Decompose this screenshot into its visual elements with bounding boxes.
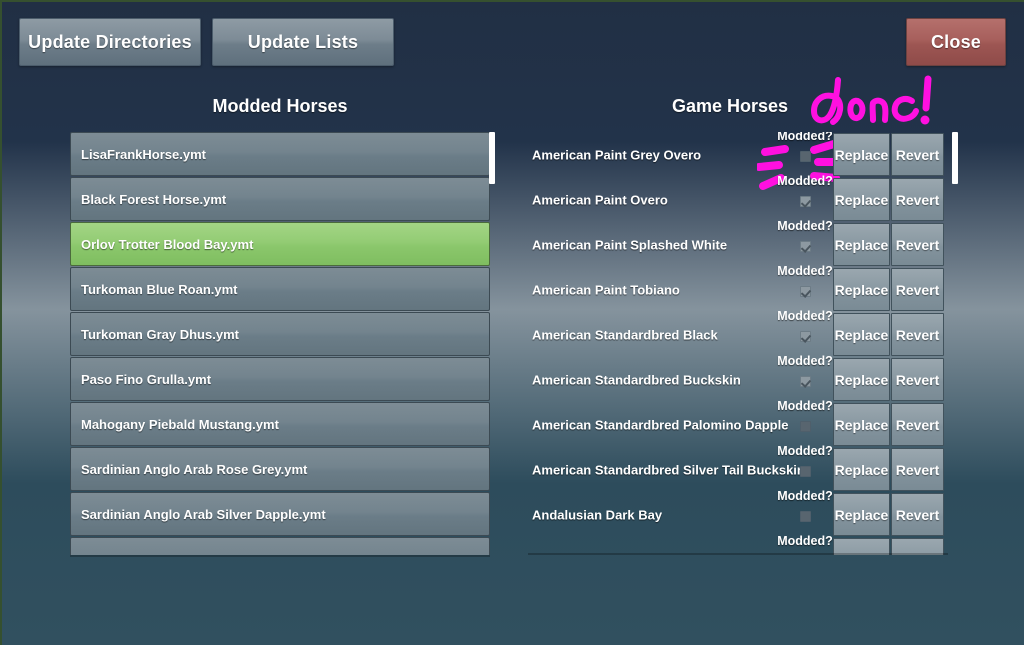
game-list-item-label: American Paint Tobiano [532,282,680,297]
modded-checkbox[interactable] [800,511,811,522]
game-list-item-label: American Paint Overo [532,192,668,207]
modded-list-item[interactable]: Paso Fino Grulla.ymt [70,357,490,401]
modded-list-item-label: Sardinian Anglo Arab Rose Grey.ymt [81,461,308,477]
replace-button[interactable]: Replace [833,223,890,266]
game-list-item: American Standardbred Buckskin Modded? Rep… [528,354,948,402]
toolbar: Update Directories Update Lists Close [0,18,1024,66]
modded-checkbox-label: Modded? [777,264,833,278]
revert-button[interactable]: Revert [891,448,944,491]
update-directories-button[interactable]: Update Directories [19,18,201,66]
modded-checkbox[interactable] [800,466,811,477]
game-horses-title: Game Horses [672,96,789,116]
modded-list-item[interactable]: Mahogany Piebald Mustang.ymt [70,402,490,446]
modded-checkbox[interactable] [800,286,811,297]
modded-checkbox-label: Modded? [777,174,833,188]
modded-checkbox-label: Modded? [777,534,833,548]
game-horses-list[interactable]: American Paint Grey Overo Modded? Replace R… [528,132,948,555]
revert-button[interactable]: Revert [891,313,944,356]
revert-button[interactable]: Revert [891,493,944,536]
modded-checkbox-label: Modded? [777,444,833,458]
close-button[interactable]: Close [906,18,1006,66]
modded-list-bottom-edge [70,555,490,557]
modded-checkbox[interactable] [800,376,811,387]
modded-checkbox[interactable] [800,241,811,252]
modded-checkbox-group: Modded? [770,174,840,222]
modded-checkbox[interactable] [800,151,811,162]
game-list-item-label: American Standardbred Silver Tail Bucksk… [532,462,805,477]
replace-button[interactable]: Replace [833,313,890,356]
modded-list-item-label: Mahogany Piebald Mustang.ymt [81,416,279,432]
modded-horses-title: Modded Horses [212,96,348,116]
modded-list-item[interactable]: Black Forest Horse.ymt [70,177,490,221]
modded-list-item[interactable]: Orlov Trotter Blood Bay.ymt [70,222,490,266]
modded-list-item-label: Paso Fino Grulla.ymt [81,371,212,387]
modded-checkbox-label: Modded? [777,399,833,413]
revert-button[interactable]: Revert [891,403,944,446]
modded-list-item[interactable]: LisaFrankHorse.ymt [70,132,490,176]
replace-button[interactable]: Replace [833,358,890,401]
revert-button[interactable]: Revert [891,223,944,266]
modded-list-item-label: Black Forest Horse.ymt [81,191,227,207]
modded-list-item[interactable]: Sardinian Anglo Arab Rose Grey.ymt [70,447,490,491]
modded-list-item-label: Turkoman Blue Roan.ymt [81,281,238,297]
modded-list-item-label: LisaFrankHorse.ymt [81,146,206,162]
modded-list-item[interactable] [70,537,490,555]
modded-checkbox-label: Modded? [777,489,833,503]
game-list-item-label: American Paint Grey Overo [532,147,702,162]
game-list-scrollbar-thumb[interactable] [952,132,958,184]
game-list-scrollbar[interactable] [952,132,958,555]
modded-checkbox[interactable] [800,331,811,342]
modded-checkbox-label: Modded? [777,219,833,233]
game-list-bottom-edge [528,553,948,555]
replace-button[interactable]: Replace [833,268,890,311]
update-lists-button[interactable]: Update Lists [212,18,394,66]
game-list-item: Andalusian Dark Bay Modded? Replace Revert [528,489,948,537]
done-annotation-icon [811,75,932,125]
modded-list-item[interactable]: Turkoman Blue Roan.ymt [70,267,490,311]
revert-button[interactable]: Revert [891,268,944,311]
game-list-item-label: Andalusian Dark Bay [532,507,663,522]
modded-checkbox[interactable] [800,196,811,207]
modded-checkbox-group: Modded? [770,354,840,402]
replace-button[interactable]: Replace [833,493,890,536]
modded-checkbox-group: Modded? [770,132,840,177]
modded-checkbox-label: Modded? [777,354,833,368]
game-list-item-label: American Standardbred Palomino Dapple [532,417,789,432]
game-list-item-label: American Paint Splashed White [532,237,728,252]
modded-checkbox-group: Modded? [770,489,840,537]
replace-button[interactable]: Replace [833,403,890,446]
modded-checkbox-group: Modded? [770,264,840,312]
game-list-item: American Standardbred Palomino Dapple Mod… [528,399,948,447]
modded-checkbox[interactable] [800,421,811,432]
game-list-item: American Standardbred Black Modded? Replac… [528,309,948,357]
modded-list-item-label: Orlov Trotter Blood Bay.ymt [81,236,254,252]
modded-list-scrollbar-thumb[interactable] [489,132,495,184]
game-list-item: American Paint Tobiano Modded? Replace Reve… [528,264,948,312]
modded-checkbox-label: Modded? [777,309,833,323]
modded-checkbox-group: Modded? [770,444,840,492]
window-top-border [0,0,1024,2]
modded-checkbox-group: Modded? [770,399,840,447]
replace-button[interactable]: Replace [833,448,890,491]
replace-button[interactable]: Replace [833,133,890,176]
modded-list-item-label: Turkoman Gray Dhus.ymt [81,326,239,342]
game-list-item-label: American Standardbred Black [532,327,718,342]
modded-list-item[interactable]: Turkoman Gray Dhus.ymt [70,312,490,356]
modded-checkbox-group: Modded? [770,309,840,357]
modded-checkbox-label: Modded? [777,132,833,143]
game-list-item: American Paint Grey Overo Modded? Replace R… [528,132,948,177]
game-list-item-label: American Standardbred Buckskin [532,372,741,387]
modded-list-scrollbar[interactable] [489,132,495,555]
modded-checkbox-group: Modded? [770,219,840,267]
game-list-item: American Paint Overo Modded? Replace Revert [528,174,948,222]
replace-button[interactable]: Replace [833,178,890,221]
game-list-item: American Paint Splashed White Modded? Repl… [528,219,948,267]
game-list-item: American Standardbred Silver Tail Bucksk… [528,444,948,492]
revert-button[interactable]: Revert [891,358,944,401]
revert-button[interactable]: Revert [891,133,944,176]
modded-list-item-label: Sardinian Anglo Arab Silver Dapple.ymt [81,506,326,522]
revert-button[interactable]: Revert [891,178,944,221]
modded-horses-list[interactable]: LisaFrankHorse.ymt Black Forest Horse.ymt… [70,132,490,555]
modded-list-item[interactable]: Sardinian Anglo Arab Silver Dapple.ymt [70,492,490,536]
